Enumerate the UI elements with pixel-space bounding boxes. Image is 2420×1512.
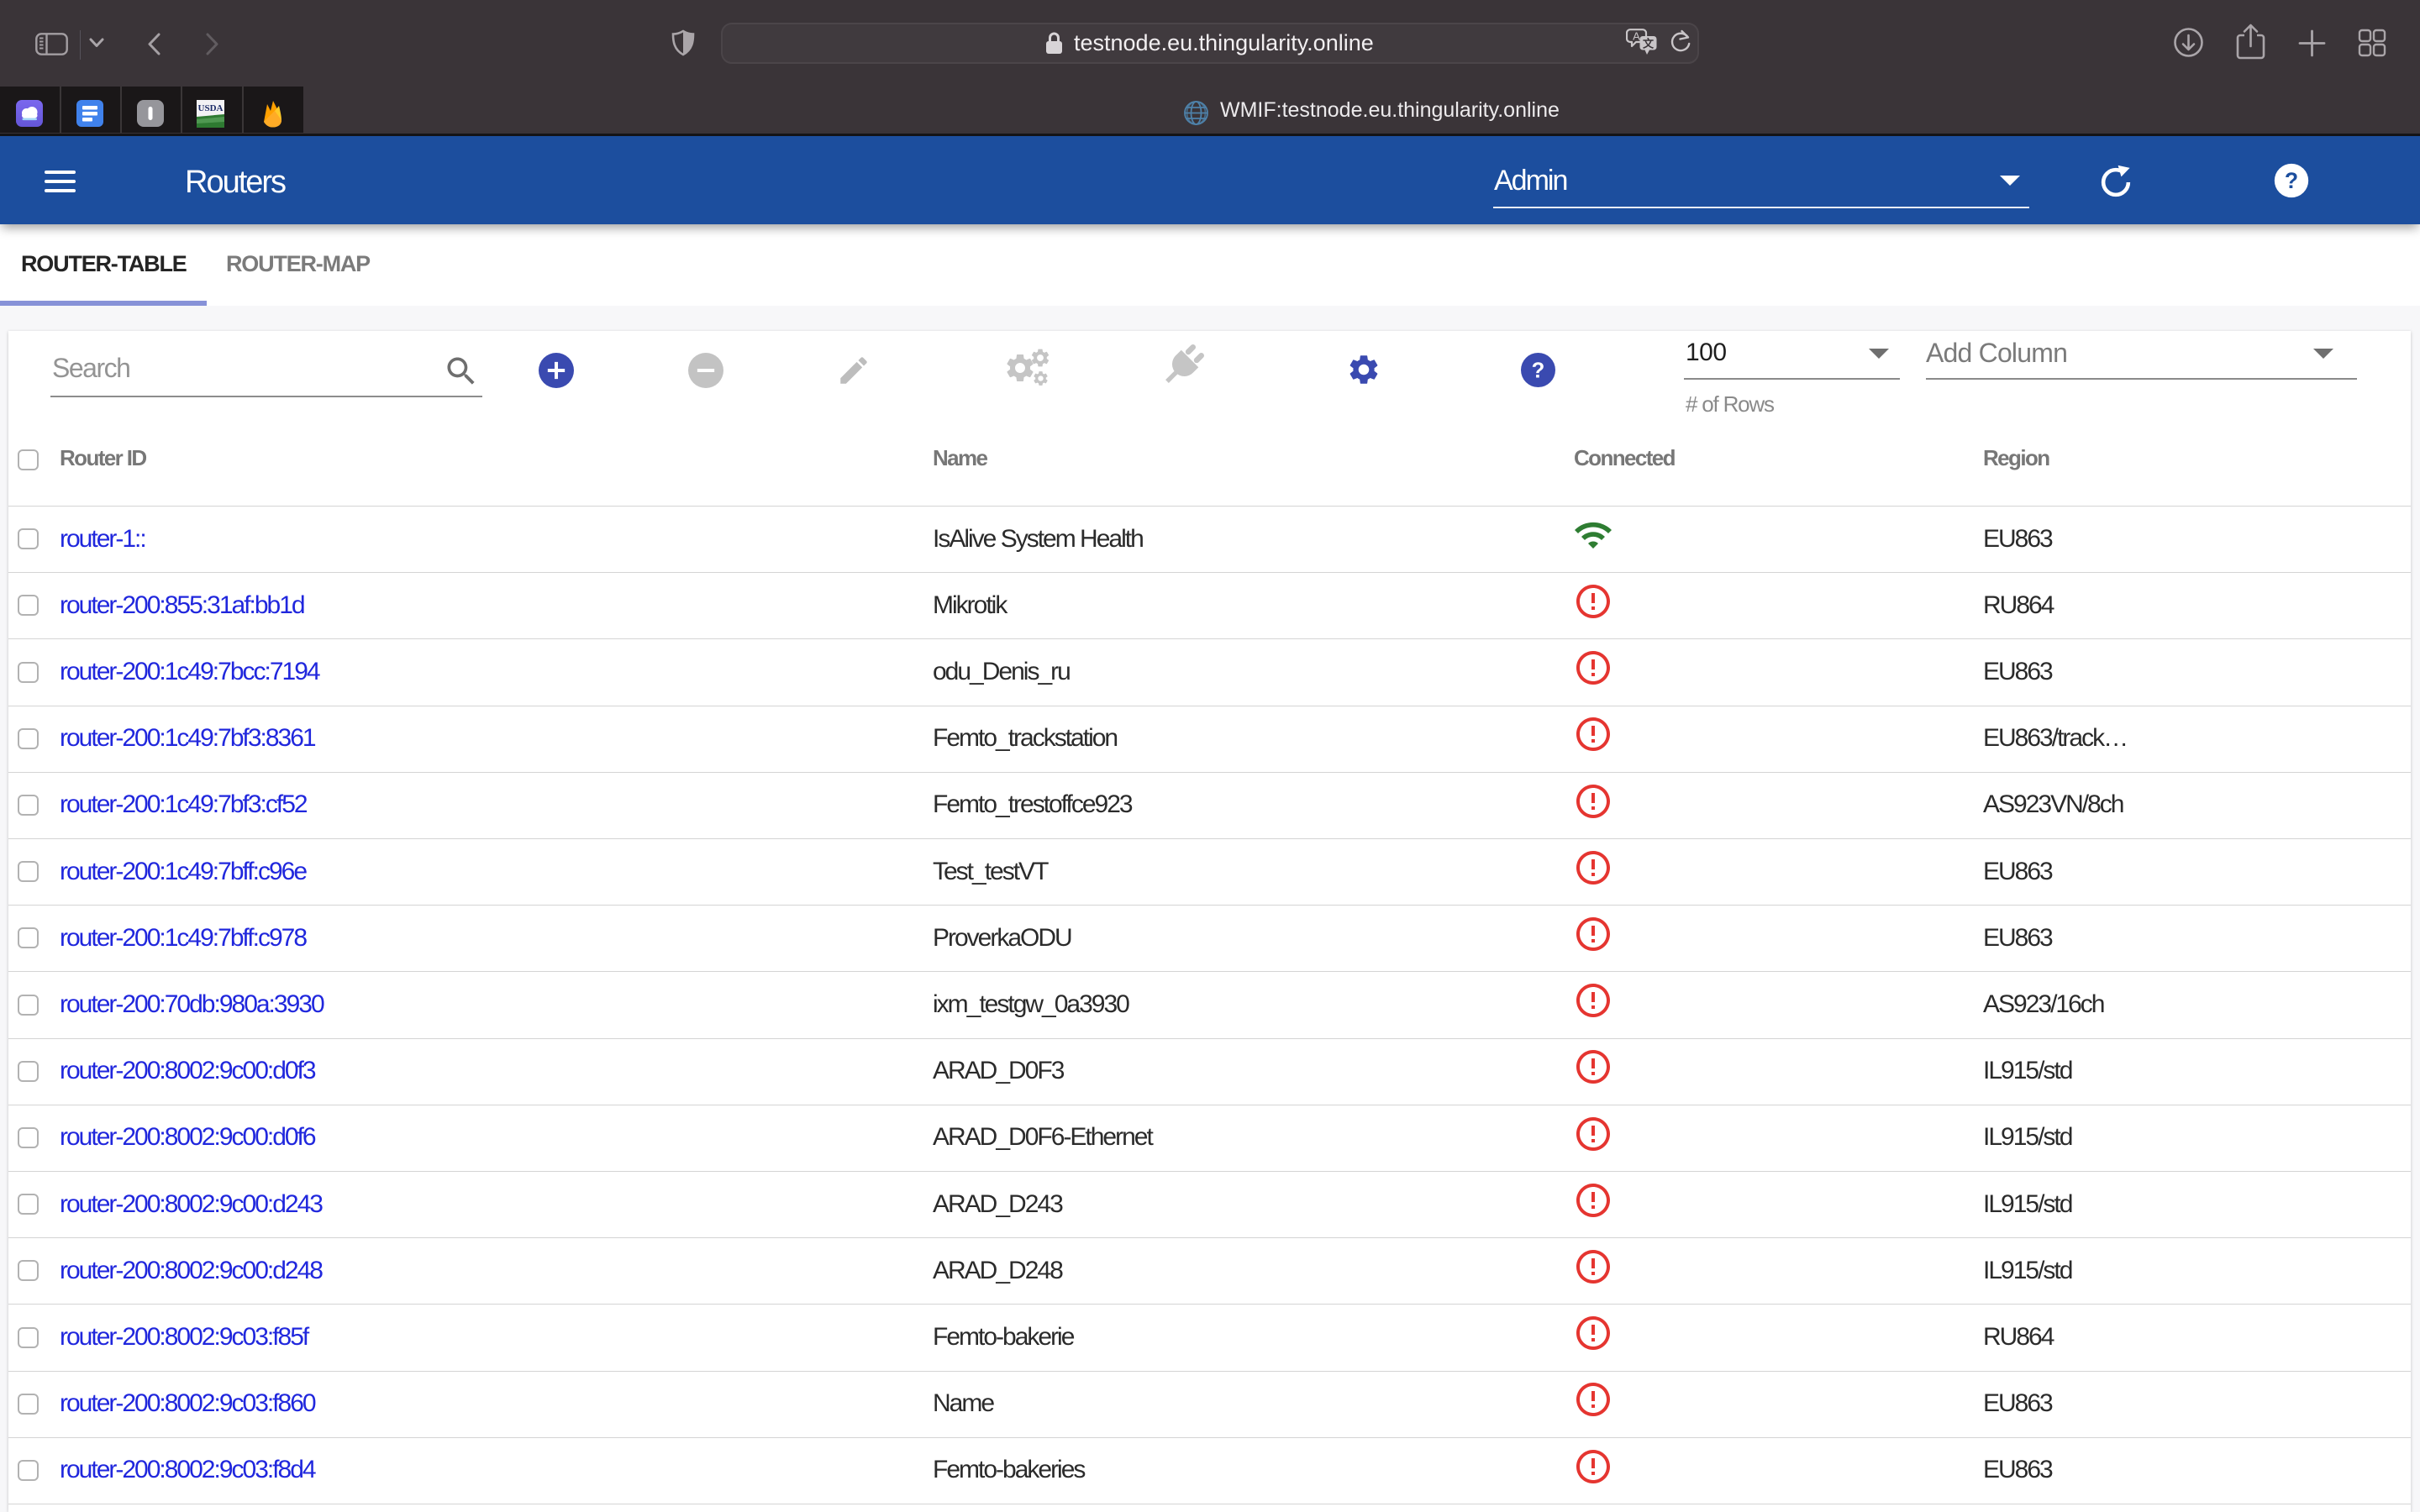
svg-text:?: ? (1532, 359, 1545, 382)
svg-text:文: 文 (1643, 38, 1655, 50)
svg-text:A: A (1633, 30, 1640, 43)
svg-text:?: ? (2285, 168, 2298, 193)
svg-text:USDA: USDA (198, 103, 224, 113)
